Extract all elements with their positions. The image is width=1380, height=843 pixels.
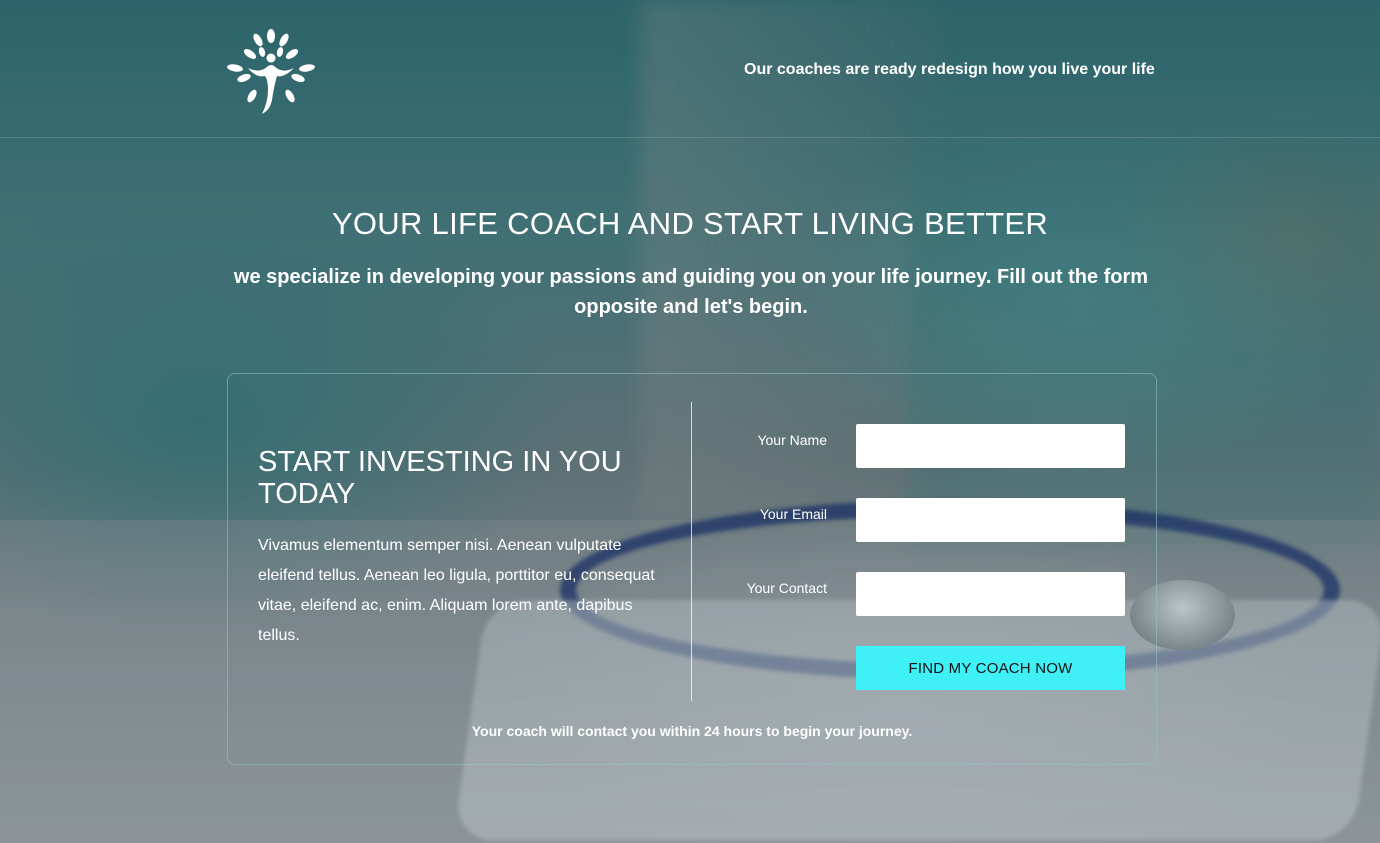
hero-title: YOUR LIFE COACH AND START LIVING BETTER bbox=[331, 206, 1049, 241]
contact-label: Your Contact bbox=[746, 580, 827, 596]
hero-subtitle: we specialize in developing your passion… bbox=[233, 266, 1149, 318]
card-heading: START INVESTING IN YOU TODAY bbox=[258, 446, 622, 510]
name-label: Your Name bbox=[757, 432, 827, 448]
card-footer-note: Your coach will contact you within 24 ho… bbox=[471, 723, 913, 739]
signup-card: START INVESTING IN YOU TODAY Vivamus ele… bbox=[227, 373, 1157, 765]
site-header: Our coaches are ready redesign how you l… bbox=[0, 3, 1380, 138]
header-tagline: Our coaches are ready redesign how you l… bbox=[744, 61, 1155, 78]
name-field[interactable] bbox=[856, 424, 1125, 468]
contact-field[interactable] bbox=[856, 572, 1125, 616]
find-coach-button[interactable]: FIND MY COACH NOW bbox=[856, 646, 1125, 690]
card-description: Vivamus elementum semper nisi. Aenean vu… bbox=[258, 537, 655, 644]
tree-person-icon[interactable] bbox=[226, 28, 316, 114]
email-field[interactable] bbox=[856, 498, 1125, 542]
email-label: Your Email bbox=[759, 506, 827, 522]
